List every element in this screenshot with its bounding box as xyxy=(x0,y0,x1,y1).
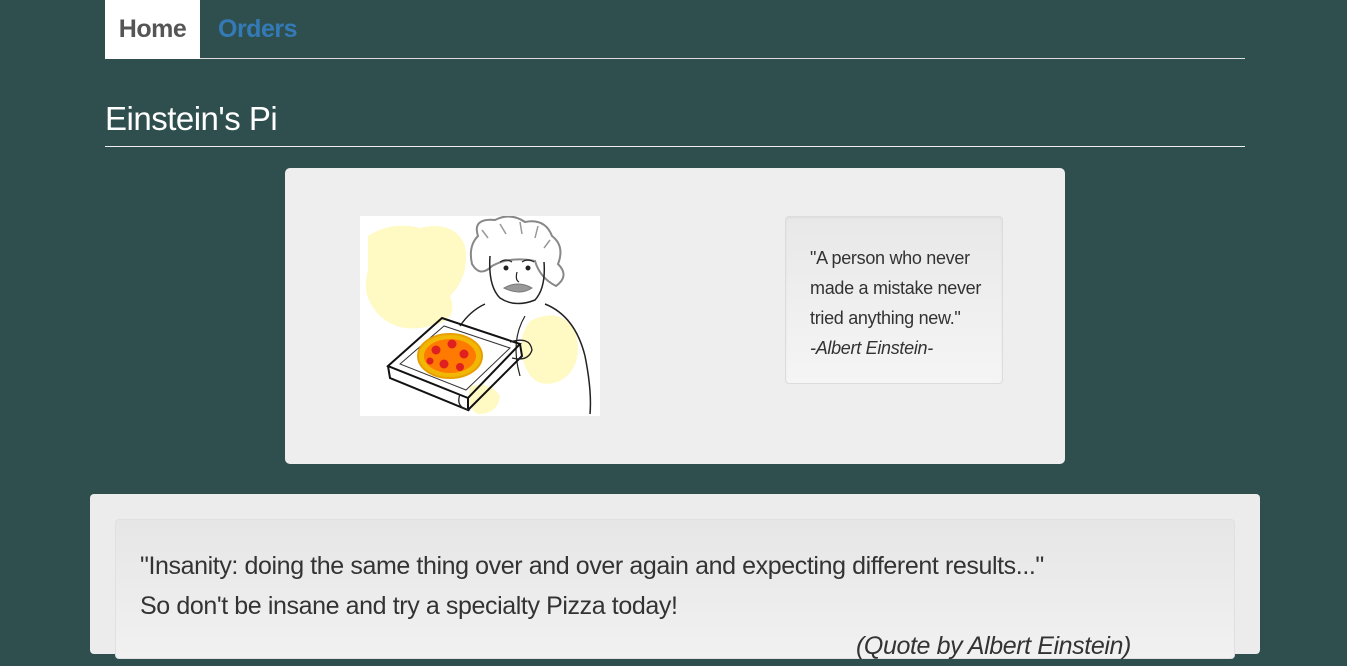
tab-home[interactable]: Home xyxy=(105,0,200,59)
einstein-pizza-image xyxy=(360,215,600,416)
main-nav: Home Orders xyxy=(105,0,1245,59)
promo-panel: "Insanity: doing the same thing over and… xyxy=(90,494,1260,660)
tab-orders[interactable]: Orders xyxy=(218,0,297,59)
quote-line: tried anything new." xyxy=(810,308,961,328)
quote-author: -Albert Einstein- xyxy=(810,338,933,358)
einstein-pizza-illustration-icon xyxy=(365,215,592,415)
promo-well: "Insanity: doing the same thing over and… xyxy=(115,519,1235,660)
promo-credit: (Quote by Albert Einstein) xyxy=(856,632,1131,660)
promo-quote: "Insanity: doing the same thing over and… xyxy=(140,552,1044,580)
page-title: Einstein's Pi xyxy=(105,96,1245,147)
quote-line: "A person who never xyxy=(810,248,970,268)
promo-call-to-action: So don't be insane and try a specialty P… xyxy=(140,592,678,620)
einstein-quote-card: "A person who never made a mistake never… xyxy=(785,216,1003,384)
quote-line: made a mistake never xyxy=(810,278,982,298)
hero-jumbotron: "A person who never made a mistake never… xyxy=(285,168,1065,464)
